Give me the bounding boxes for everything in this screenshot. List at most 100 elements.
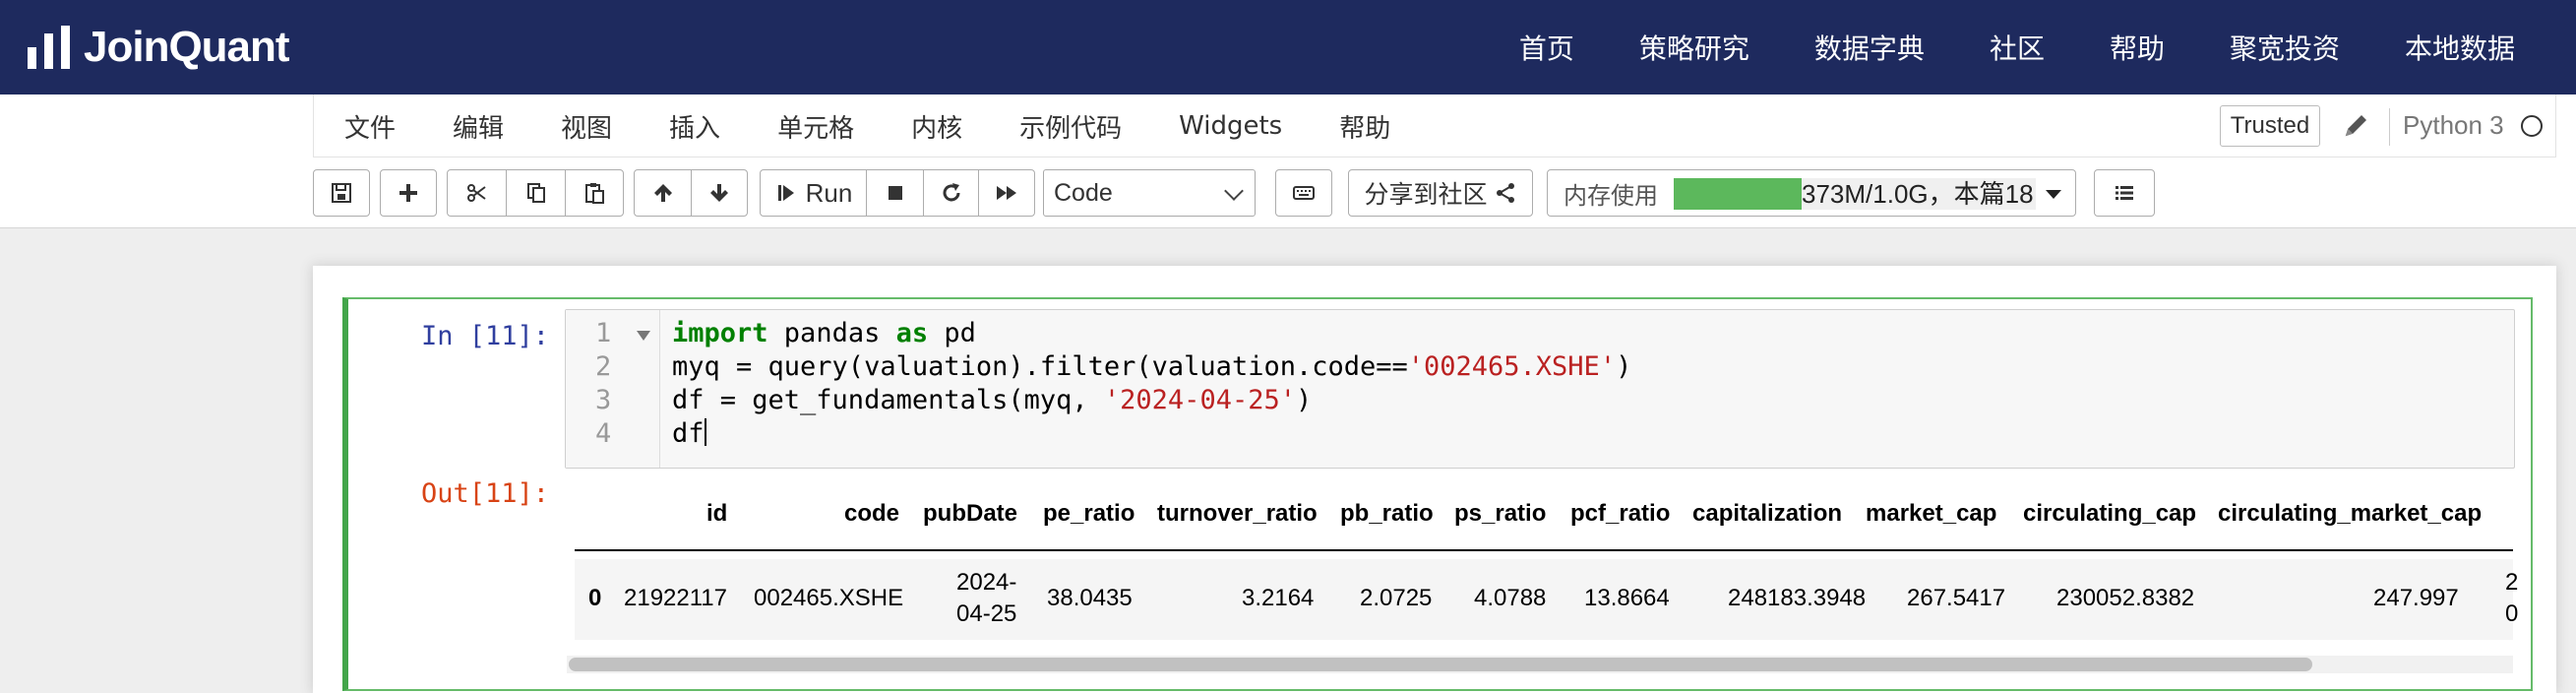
cell-type-select[interactable]: Code	[1043, 169, 1256, 217]
table-header-border	[575, 549, 2513, 551]
caret-down-icon[interactable]	[2046, 190, 2061, 199]
cell-overflow-bottom: 0	[2505, 600, 2519, 627]
code-text: pd	[928, 318, 976, 348]
nav-home[interactable]: 首页	[1519, 28, 1574, 67]
fold-arrow-icon[interactable]	[637, 331, 650, 341]
column-header-market-cap: market_cap	[1866, 500, 1997, 527]
string-literal: '002465.XSHE'	[1407, 351, 1617, 382]
column-header-turnover-ratio: turnover_ratio	[1157, 500, 1318, 527]
code-editor[interactable]: 1 2 3 4 import pandas as pd myq = query(…	[565, 309, 2515, 469]
nav-help[interactable]: 帮助	[2110, 28, 2165, 67]
brand-name: JoinQuant	[84, 23, 290, 71]
top-nav-links: 首页 策略研究 数据字典 社区 帮助 聚宽投资 本地数据	[1519, 0, 2515, 94]
cell-code: 002465.XSHE	[754, 585, 904, 611]
run-label: Run	[805, 177, 853, 208]
code-text: )	[1616, 351, 1632, 382]
input-prompt: In [11]:	[421, 321, 550, 351]
toolbar-group-list	[2094, 169, 2155, 217]
column-header-capitalization: capitalization	[1692, 500, 1843, 527]
stop-icon	[888, 186, 902, 200]
toolbar-group-keyboard	[1275, 169, 1332, 217]
nav-joinquant-invest[interactable]: 聚宽投资	[2230, 28, 2340, 67]
menu-file[interactable]: 文件	[344, 108, 396, 145]
cell-type-value: Code	[1054, 178, 1113, 207]
line-number: 1	[595, 318, 612, 348]
cell-pubdate-line2: 04-25	[956, 600, 1017, 627]
cell-id: 21922117	[624, 585, 727, 611]
cell-overflow-top: 2	[2505, 569, 2519, 596]
menu-insert[interactable]: 插入	[669, 108, 720, 145]
share-label: 分享到社区	[1364, 180, 1488, 209]
top-navbar: JoinQuant 首页 策略研究 数据字典 社区 帮助 聚宽投资 本地数据	[0, 0, 2576, 94]
insert-cell-button[interactable]	[381, 170, 436, 216]
memory-usage-widget[interactable]: 内存使用 373M/1.0G，本篇18	[1547, 169, 2076, 217]
menu-widgets[interactable]: Widgets	[1179, 111, 1282, 141]
cell-capitalization: 248183.3948	[1728, 585, 1867, 611]
arrow-down-icon	[710, 184, 728, 202]
cell-circulating-cap: 230052.8382	[2056, 585, 2195, 611]
menu-kernel[interactable]: 内核	[911, 108, 962, 145]
toolbar-group-share: 分享到社区	[1348, 169, 1533, 217]
line-number-gutter: 1 2 3 4	[566, 310, 660, 468]
menu-edit[interactable]: 编辑	[453, 108, 504, 145]
scissors-icon	[466, 184, 486, 202]
kernel-separator	[2389, 108, 2390, 146]
restart-run-all-button[interactable]	[979, 170, 1034, 216]
restart-button[interactable]	[924, 170, 979, 216]
paste-button[interactable]	[566, 170, 623, 216]
keyword-as: as	[895, 318, 929, 348]
command-palette-button[interactable]	[1276, 170, 1331, 216]
run-button[interactable]: Run	[761, 170, 867, 216]
copy-button[interactable]	[507, 170, 566, 216]
cut-button[interactable]	[448, 170, 507, 216]
code-line-2: myq = query(valuation).filter(valuation.…	[672, 351, 1631, 382]
pencil-icon[interactable]	[2342, 110, 2371, 140]
line-number: 4	[595, 418, 612, 449]
share-to-community-button[interactable]: 分享到社区	[1349, 170, 1532, 216]
share-icon	[1496, 183, 1514, 203]
code-text: myq = query(valuation).filter(valuation.…	[672, 351, 1408, 382]
column-header-pb-ratio: pb_ratio	[1340, 500, 1434, 527]
toolbar-group-run: Run	[760, 169, 1035, 217]
line-number: 2	[595, 351, 612, 382]
brand-logo[interactable]: JoinQuant	[28, 22, 290, 73]
nav-strategy-research[interactable]: 策略研究	[1639, 28, 1749, 67]
row-index: 0	[588, 585, 602, 611]
move-down-button[interactable]	[692, 170, 747, 216]
cell-pe-ratio: 38.0435	[1047, 585, 1133, 611]
plus-icon	[399, 184, 417, 202]
scrollbar-thumb[interactable]	[569, 658, 2312, 671]
toolbar-group-save	[313, 169, 370, 217]
column-header-ps-ratio: ps_ratio	[1454, 500, 1547, 527]
column-header-circulating-cap: circulating_cap	[2023, 500, 2197, 527]
toc-button[interactable]	[2095, 170, 2154, 216]
save-button[interactable]	[314, 170, 369, 216]
cell-circulating-market-cap: 247.997	[2373, 585, 2459, 611]
interrupt-button[interactable]	[867, 170, 924, 216]
menu-view[interactable]: 视图	[561, 108, 612, 145]
move-up-button[interactable]	[635, 170, 692, 216]
nav-local-data[interactable]: 本地数据	[2405, 28, 2515, 67]
nav-data-dictionary[interactable]: 数据字典	[1814, 28, 1925, 67]
column-header-pubdate: pubDate	[923, 500, 1017, 527]
nav-community[interactable]: 社区	[1990, 28, 2045, 67]
horizontal-scrollbar[interactable]	[567, 656, 2513, 673]
memory-usage-text: 373M/1.0G，本篇18	[1802, 178, 2036, 210]
column-header-id: id	[706, 500, 728, 527]
cell-pcf-ratio: 13.8664	[1584, 585, 1670, 611]
kernel-name[interactable]: Python 3	[2403, 110, 2504, 141]
cell-pb-ratio: 2.0725	[1360, 585, 1433, 611]
cell-ps-ratio: 4.0788	[1474, 585, 1547, 611]
menu-help[interactable]: 帮助	[1339, 108, 1390, 145]
column-header-code: code	[844, 500, 900, 527]
menu-cell[interactable]: 单元格	[777, 108, 854, 145]
code-text: )	[1295, 385, 1313, 415]
menu-example-code[interactable]: 示例代码	[1019, 108, 1122, 145]
kernel-idle-icon	[2521, 115, 2543, 137]
toolbar-group-move	[634, 169, 748, 217]
code-line-4: df	[672, 418, 706, 449]
copy-icon	[526, 183, 545, 203]
trusted-indicator[interactable]: Trusted	[2220, 105, 2320, 147]
step-forward-icon	[777, 185, 794, 201]
toolbar-group-insert	[380, 169, 437, 217]
